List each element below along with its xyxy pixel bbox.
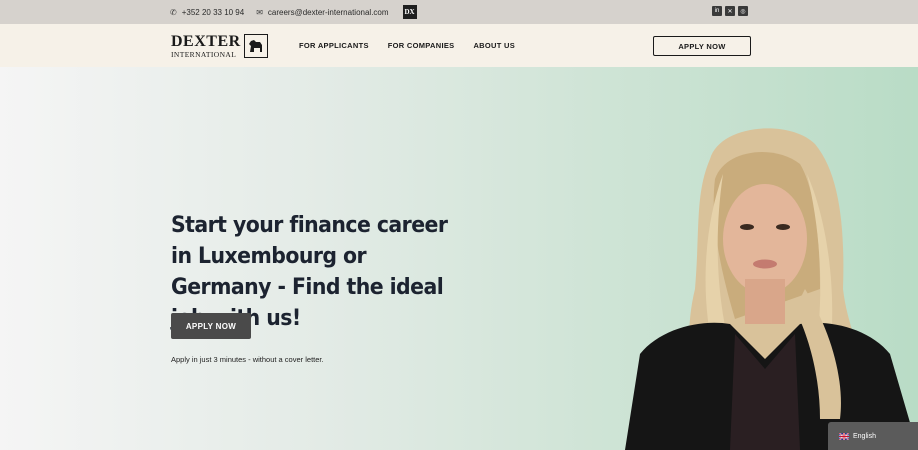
logo[interactable]: DEXTER INTERNATIONAL [171, 33, 268, 59]
dog-logo-icon [243, 34, 268, 58]
main-nav: DEXTER INTERNATIONAL FOR APPLICANTS FOR … [0, 24, 918, 67]
phone-link[interactable]: ✆ +352 20 33 10 94 [170, 8, 244, 17]
nav-for-applicants[interactable]: FOR APPLICANTS [299, 41, 369, 50]
nav-for-companies[interactable]: FOR COMPANIES [388, 41, 455, 50]
email-address: careers@dexter-international.com [267, 7, 389, 17]
xing-icon[interactable]: ✕ [725, 6, 735, 16]
instagram-icon[interactable]: ◎ [738, 6, 748, 16]
language-switcher[interactable]: English [828, 422, 918, 450]
top-bar: ✆ +352 20 33 10 94 ✉ careers@dexter-inte… [0, 0, 918, 24]
hero-apply-button[interactable]: APPLY NOW [171, 313, 251, 339]
hero-portrait-image [625, 128, 918, 450]
nav-apply-button[interactable]: APPLY NOW [653, 36, 751, 56]
hero-section: Start your finance career in Luxembourg … [0, 67, 918, 450]
contact-info: ✆ +352 20 33 10 94 ✉ careers@dexter-inte… [170, 0, 417, 24]
uk-flag-icon [839, 432, 849, 440]
logo-line2: INTERNATIONAL [171, 49, 237, 59]
linkedin-icon[interactable]: in [712, 6, 722, 16]
nav-menu: FOR APPLICANTS FOR COMPANIES ABOUT US [299, 24, 515, 67]
email-link[interactable]: ✉ careers@dexter-international.com [256, 8, 388, 17]
language-label: English [853, 432, 876, 440]
hero-subtext: Apply in just 3 minutes - without a cove… [171, 355, 324, 364]
mail-icon: ✉ [256, 7, 263, 17]
phone-icon: ✆ [170, 7, 177, 17]
social-links: in ✕ ◎ [712, 6, 748, 16]
logo-line1: DEXTER [171, 32, 241, 50]
phone-number: +352 20 33 10 94 [181, 7, 245, 17]
dx-badge[interactable]: DX [402, 5, 417, 19]
nav-about-us[interactable]: ABOUT US [473, 41, 515, 50]
